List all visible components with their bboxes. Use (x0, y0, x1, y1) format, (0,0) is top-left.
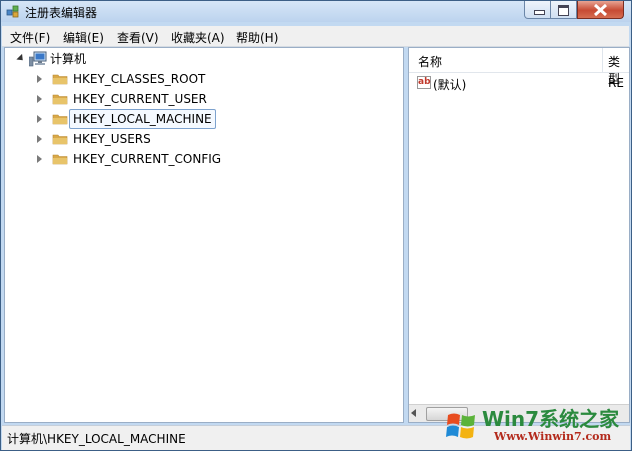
tree-item[interactable]: HKEY_CURRENT_USER (5, 90, 245, 108)
menu-view[interactable]: 查看(V) (117, 29, 159, 46)
tree-item-label: HKEY_CLASSES_ROOT (73, 72, 206, 86)
menu-edit[interactable]: 编辑(E) (63, 29, 104, 46)
menu-help[interactable]: 帮助(H) (236, 29, 278, 46)
menu-file[interactable]: 文件(F) (10, 29, 50, 46)
expand-triangle-icon[interactable] (37, 115, 42, 123)
minimize-icon (534, 10, 545, 15)
windows-logo-icon (446, 413, 475, 439)
value-name: (默认) (433, 78, 467, 92)
tree-item[interactable]: HKEY_USERS (5, 130, 245, 148)
title-bar[interactable]: 注册表编辑器 (1, 1, 631, 22)
computer-icon (29, 51, 47, 67)
tree-item-label: HKEY_CURRENT_CONFIG (73, 152, 222, 166)
menu-favorites[interactable]: 收藏夹(A) (171, 29, 225, 46)
close-icon (593, 3, 608, 17)
window-title: 注册表编辑器 (25, 6, 98, 20)
tree-root-label: 计算机 (50, 52, 87, 66)
folder-icon (52, 154, 68, 165)
watermark-logo: Win7系统之家 Www.Winwin7.com (444, 401, 630, 449)
menu-bar: 文件(F) 编辑(E) 查看(V) 收藏夹(A) 帮助(H) (2, 26, 629, 47)
tree-item[interactable]: HKEY_CLASSES_ROOT (5, 70, 245, 88)
value-row[interactable]: ab (默认) RE (409, 74, 629, 92)
folder-icon (52, 94, 68, 105)
folder-icon (52, 114, 68, 125)
folder-icon (52, 134, 68, 145)
key-tree-pane[interactable]: 计算机 HKEY_CLASSES_ROOT HKEY_CURRENT_USER HK… (4, 47, 404, 423)
registry-editor-window: 注册表编辑器 文件(F) 编辑(E) 查看(V) 收藏夹(A) 帮助(H) 计算… (0, 0, 632, 451)
tree-root-computer[interactable]: 计算机 (5, 50, 205, 68)
column-name-header[interactable]: 名称 (418, 53, 442, 70)
tree-item[interactable]: HKEY_LOCAL_MACHINE (5, 109, 245, 129)
close-button[interactable] (577, 1, 624, 19)
expand-triangle-icon[interactable] (37, 155, 42, 163)
values-header: 名称 类型 (409, 48, 629, 86)
registry-editor-icon (6, 5, 19, 18)
string-value-icon: ab (417, 76, 431, 89)
folder-icon (52, 74, 68, 85)
expand-triangle-icon[interactable] (37, 135, 42, 143)
maximize-icon (558, 5, 569, 16)
maximize-button[interactable] (551, 1, 577, 19)
expand-triangle-icon[interactable] (37, 95, 42, 103)
minimize-button[interactable] (524, 1, 551, 19)
value-type: RE (608, 76, 624, 90)
status-path: 计算机\HKEY_LOCAL_MACHINE (7, 432, 186, 446)
collapse-triangle-icon[interactable] (16, 53, 26, 64)
watermark-url: Www.Winwin7.com (494, 430, 612, 443)
tree-item-label: HKEY_CURRENT_USER (73, 92, 207, 106)
tree-item-label: HKEY_USERS (73, 132, 151, 146)
expand-triangle-icon[interactable] (37, 75, 42, 83)
values-pane[interactable]: 名称 类型 ab (默认) RE (408, 47, 630, 423)
column-divider[interactable] (602, 48, 603, 72)
watermark-main-text: Win7系统之家 (482, 407, 620, 431)
scroll-left-arrow-icon[interactable] (411, 409, 416, 417)
tree-item[interactable]: HKEY_CURRENT_CONFIG (5, 150, 245, 168)
tree-item-label: HKEY_LOCAL_MACHINE (69, 109, 216, 129)
